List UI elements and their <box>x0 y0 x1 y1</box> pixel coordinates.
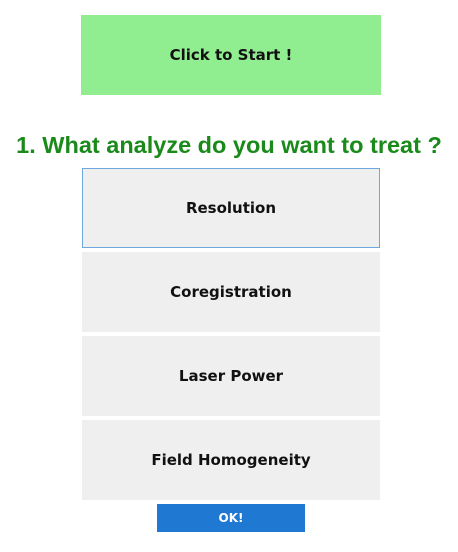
option-label: Laser Power <box>178 367 284 385</box>
ok-button-label: OK! <box>218 511 244 525</box>
options-list: Resolution Coregistration Laser Power Fi… <box>82 168 380 504</box>
option-field-homogeneity[interactable]: Field Homogeneity <box>82 420 380 500</box>
option-label: Coregistration <box>170 283 292 301</box>
start-button[interactable]: Click to Start ! <box>81 15 381 95</box>
option-coregistration[interactable]: Coregistration <box>82 252 380 332</box>
ok-button[interactable]: OK! <box>157 504 305 532</box>
option-label: Field Homogeneity <box>151 451 311 469</box>
option-resolution[interactable]: Resolution <box>82 168 380 248</box>
question-heading: 1. What analyze do you want to treat ? <box>16 132 442 158</box>
option-label: Resolution <box>185 199 277 217</box>
start-button-label: Click to Start ! <box>169 46 293 64</box>
option-laser-power[interactable]: Laser Power <box>82 336 380 416</box>
